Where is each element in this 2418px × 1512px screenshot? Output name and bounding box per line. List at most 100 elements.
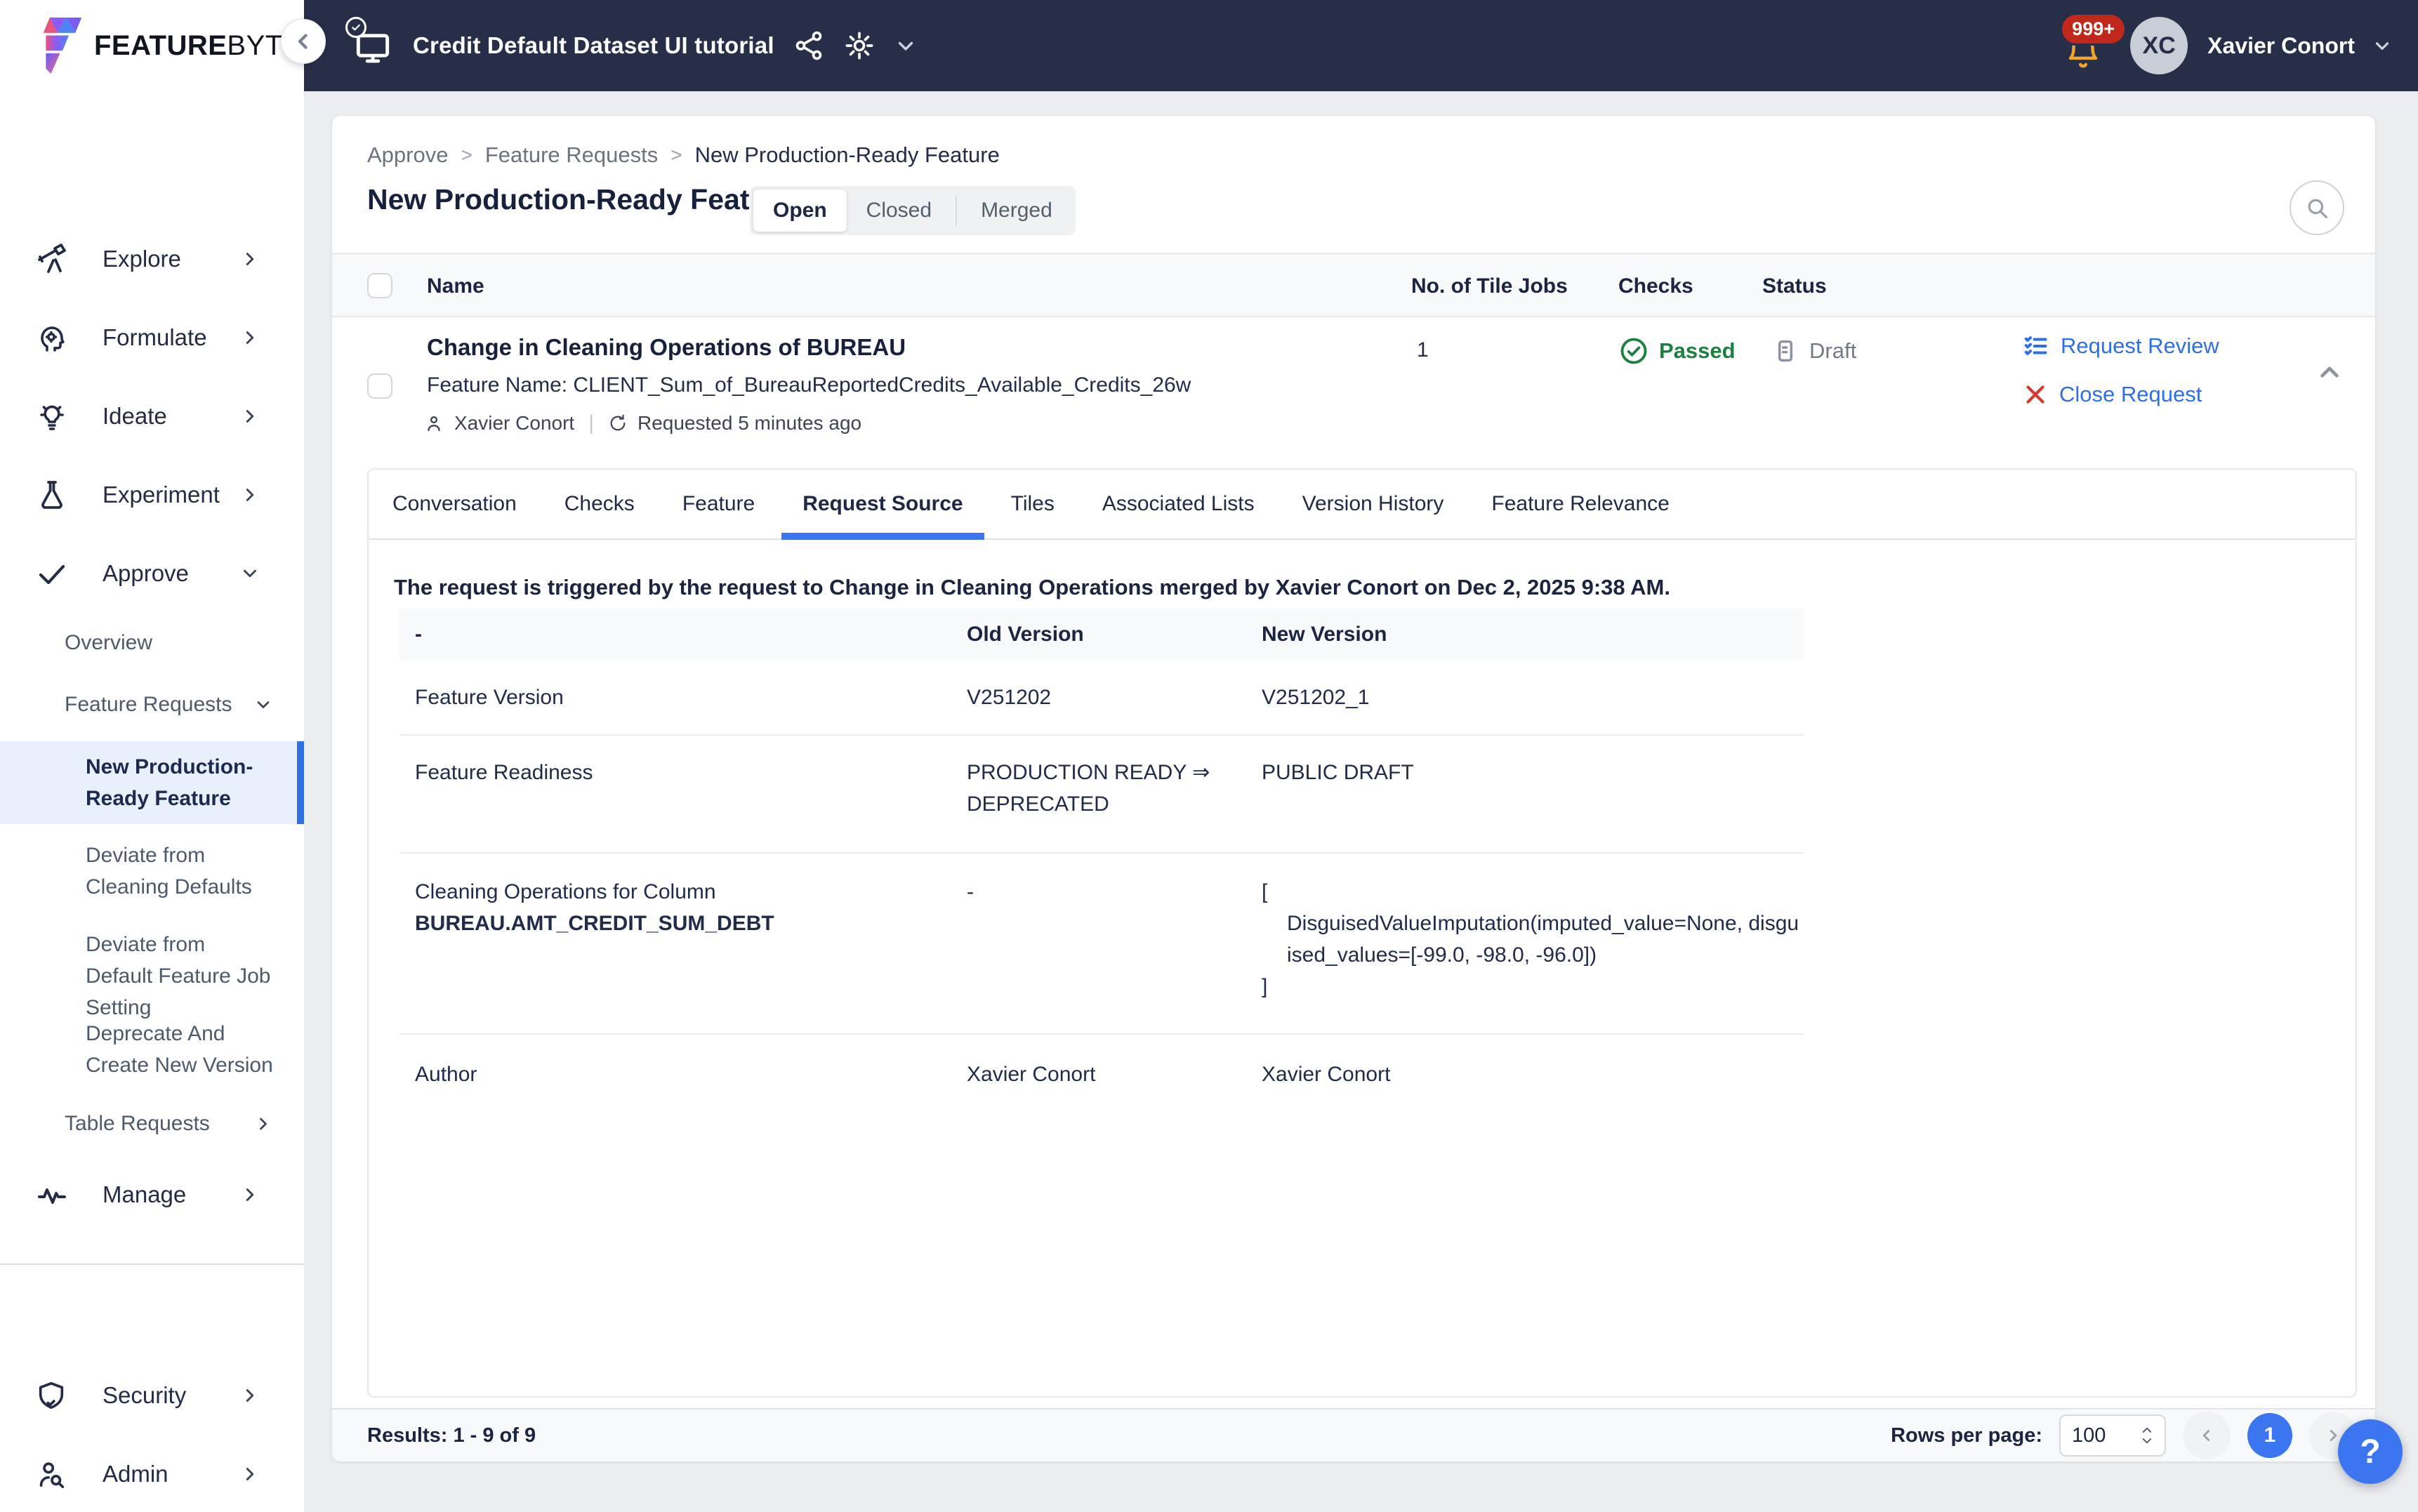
new-value: [ DisguisedValueImputation(imputed_value… bbox=[1246, 876, 1804, 1002]
meta-divider: | bbox=[584, 411, 598, 435]
version-header-new: New Version bbox=[1246, 623, 1804, 646]
request-timestamp: Requested 5 minutes ago bbox=[637, 412, 861, 435]
request-author: Xavier Conort bbox=[454, 412, 574, 435]
bracket-open: [ bbox=[1262, 876, 1804, 908]
select-all-checkbox[interactable] bbox=[367, 273, 392, 298]
catalog-title: Credit Default Dataset UI tutorial bbox=[413, 32, 774, 59]
check-icon bbox=[35, 557, 69, 590]
selected-indicator-bar bbox=[297, 741, 304, 824]
tab-request-source[interactable]: Request Source bbox=[779, 470, 986, 538]
user-menu-chevron-down-icon[interactable] bbox=[2372, 35, 2393, 56]
new-value: Xavier Conort bbox=[1246, 1059, 1804, 1090]
tab-feature-relevance[interactable]: Feature Relevance bbox=[1467, 470, 1693, 538]
request-title[interactable]: Change in Cleaning Operations of BUREAU bbox=[427, 334, 906, 361]
filter-closed-button[interactable]: Closed bbox=[847, 190, 951, 232]
tab-checks[interactable]: Checks bbox=[541, 470, 659, 538]
help-button[interactable]: ? bbox=[2338, 1419, 2403, 1484]
sidebar: FEATUREBYTE Explore Formulate Ideate bbox=[0, 0, 304, 1512]
version-header-blank: - bbox=[399, 623, 951, 646]
circle-check-icon bbox=[1618, 336, 1649, 366]
user-avatar[interactable]: XC bbox=[2130, 17, 2188, 74]
row-checkbox[interactable] bbox=[367, 373, 392, 399]
sidebar-item-deviate-from-cleaning-defaults[interactable]: Deviate from Cleaning Defaults bbox=[0, 840, 304, 903]
notifications-button[interactable]: 999+ bbox=[2059, 0, 2113, 91]
version-table-header: - Old Version New Version bbox=[399, 609, 1804, 661]
sidebar-item-manage[interactable]: Manage bbox=[0, 1167, 304, 1223]
sidebar-item-new-production-ready-feature[interactable]: New Production-Ready Feature bbox=[0, 741, 304, 824]
breadcrumb-approve[interactable]: Approve bbox=[367, 142, 448, 168]
tab-tiles[interactable]: Tiles bbox=[987, 470, 1078, 538]
column-header-checks: Checks bbox=[1618, 254, 1693, 319]
filter-open-button[interactable]: Open bbox=[753, 190, 847, 232]
pulse-icon bbox=[35, 1178, 69, 1212]
tab-version-history[interactable]: Version History bbox=[1279, 470, 1468, 538]
search-button[interactable] bbox=[2290, 180, 2344, 235]
featurebyte-logo-text: FEATUREBYTE bbox=[94, 30, 302, 62]
request-review-button[interactable]: Request Review bbox=[2023, 333, 2219, 359]
new-value: PUBLIC DRAFT bbox=[1246, 757, 1804, 788]
old-value: - bbox=[951, 876, 1246, 908]
chevron-right-icon bbox=[239, 1385, 260, 1406]
chevron-down-icon bbox=[239, 563, 260, 584]
sidebar-item-experiment[interactable]: Experiment bbox=[0, 467, 304, 523]
sidebar-item-ideate[interactable]: Ideate bbox=[0, 388, 304, 444]
catalog-monitor-icon bbox=[351, 24, 395, 67]
user-area: 999+ XC Xavier Conort bbox=[2059, 0, 2393, 91]
tab-feature[interactable]: Feature bbox=[659, 470, 779, 538]
user-name: Xavier Conort bbox=[2207, 33, 2355, 59]
table-row[interactable]: Change in Cleaning Operations of BUREAU … bbox=[332, 317, 2375, 455]
old-value: PRODUCTION READY ⇒ DEPRECATED bbox=[951, 757, 1246, 820]
breadcrumb-current: New Production-Ready Feature bbox=[695, 142, 1000, 168]
select-stepper-icons bbox=[2141, 1426, 2153, 1445]
sidebar-item-deprecate-and-create-new-version[interactable]: Deprecate And Create New Version bbox=[0, 1018, 304, 1081]
pagination-controls: Rows per page: 100 1 bbox=[1891, 1412, 2357, 1459]
page-number-button[interactable]: 1 bbox=[2247, 1413, 2292, 1458]
sidebar-item-overview[interactable]: Overview bbox=[0, 618, 304, 668]
sidebar-item-table-requests[interactable]: Table Requests bbox=[0, 1099, 304, 1148]
rows-per-page-select[interactable]: 100 bbox=[2059, 1414, 2166, 1457]
breadcrumb-feature-requests[interactable]: Feature Requests bbox=[485, 142, 658, 168]
featurebyte-logo: FEATUREBYTE bbox=[0, 0, 304, 91]
tab-conversation[interactable]: Conversation bbox=[369, 470, 541, 538]
version-row-author: Author Xavier Conort Xavier Conort bbox=[399, 1033, 1804, 1114]
sidebar-item-deviate-from-default-feature-job-setting[interactable]: Deviate from Default Feature Job Setting bbox=[0, 929, 304, 1023]
close-request-button[interactable]: Close Request bbox=[2023, 382, 2202, 407]
breadcrumb-separator: > bbox=[461, 144, 472, 166]
catalog-check-badge-icon bbox=[345, 17, 366, 38]
collapse-row-chevron-up-icon[interactable] bbox=[2315, 358, 2344, 387]
chevron-left-icon bbox=[291, 29, 315, 53]
main-content: Approve > Feature Requests > New Product… bbox=[304, 91, 2418, 1512]
chevron-right-icon bbox=[239, 406, 260, 427]
checks-status: Passed bbox=[1618, 336, 1736, 366]
table-footer: Results: 1 - 9 of 9 Rows per page: 100 1 bbox=[332, 1408, 2375, 1461]
sidebar-item-admin[interactable]: Admin bbox=[0, 1446, 304, 1502]
row-label: Author bbox=[399, 1059, 951, 1090]
settings-gear-icon[interactable] bbox=[843, 29, 876, 62]
previous-page-button[interactable] bbox=[2183, 1412, 2231, 1459]
share-icon[interactable] bbox=[793, 29, 825, 62]
page-title: New Production-Ready Feature bbox=[367, 183, 794, 216]
x-icon bbox=[2023, 382, 2048, 407]
chevron-right-icon bbox=[239, 484, 260, 505]
person-icon bbox=[423, 413, 444, 434]
lightbulb-icon bbox=[35, 399, 69, 433]
chevron-right-icon bbox=[253, 1114, 273, 1134]
sidebar-item-approve[interactable]: Approve bbox=[0, 545, 304, 602]
version-diff-table: - Old Version New Version Feature Versio… bbox=[399, 609, 1804, 1114]
draft-document-icon bbox=[1771, 337, 1799, 365]
sidebar-item-feature-requests[interactable]: Feature Requests bbox=[0, 680, 304, 729]
notification-count-badge: 999+ bbox=[2060, 13, 2127, 46]
state-filter-segmented-control: Open Closed Merged bbox=[750, 186, 1076, 235]
breadcrumb-separator: > bbox=[670, 144, 682, 166]
sidebar-item-security[interactable]: Security bbox=[0, 1367, 304, 1424]
sidebar-item-explore[interactable]: Explore bbox=[0, 231, 304, 287]
catalog-chevron-down-icon[interactable] bbox=[894, 34, 918, 58]
tab-associated-lists[interactable]: Associated Lists bbox=[1078, 470, 1279, 538]
version-row-cleaning-operations: Cleaning Operations for Column BUREAU.AM… bbox=[399, 852, 1804, 1033]
chevron-right-icon bbox=[239, 1464, 260, 1485]
shield-check-icon bbox=[35, 1379, 69, 1412]
filter-merged-button[interactable]: Merged bbox=[961, 190, 1072, 232]
sidebar-item-formulate[interactable]: Formulate bbox=[0, 310, 304, 366]
new-value: V251202_1 bbox=[1246, 682, 1804, 713]
sidebar-collapse-button[interactable] bbox=[281, 19, 326, 64]
